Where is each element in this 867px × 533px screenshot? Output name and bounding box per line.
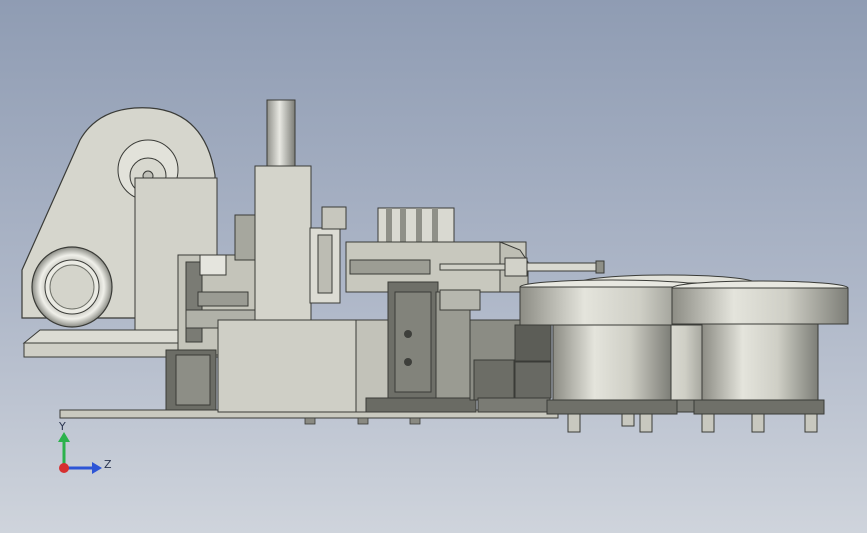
axis-triad: Y Z	[58, 420, 112, 474]
cad-viewport[interactable]: Y Z	[0, 0, 867, 533]
cylinder-bank	[345, 207, 529, 293]
assembly-side-view: Y Z	[21, 99, 849, 474]
z-axis-label: Z	[104, 458, 112, 471]
y-axis-label: Y	[58, 420, 66, 433]
motor-pulley	[31, 246, 113, 328]
